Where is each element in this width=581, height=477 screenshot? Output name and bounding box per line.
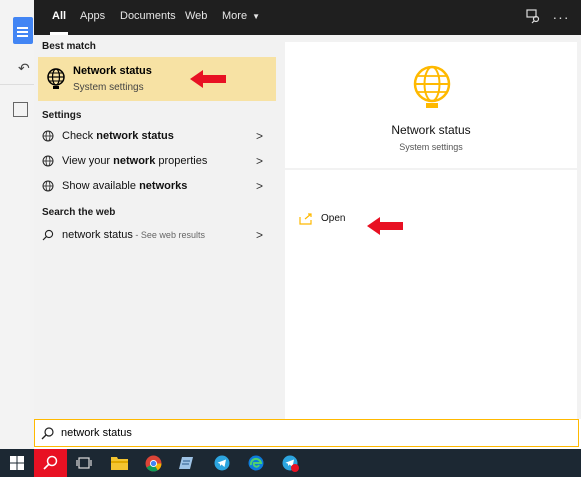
search-web-header: Search the web [42, 207, 116, 218]
best-match-header: Best match [42, 41, 96, 52]
settings-item-label: View your network properties [62, 155, 208, 167]
edge-icon [248, 455, 264, 471]
open-label: Open [321, 213, 346, 224]
globe-icon [42, 155, 54, 167]
task-view-icon [76, 457, 92, 469]
taskbar [0, 449, 581, 477]
outline-icon[interactable] [13, 102, 28, 117]
divider [0, 84, 34, 85]
web-search-result[interactable]: network status - See web results > [34, 224, 281, 248]
search-icon [42, 229, 54, 241]
preview-title: Network status [391, 123, 471, 137]
tab-more[interactable]: More ▼ [220, 0, 262, 35]
actions-card: Open [285, 170, 577, 419]
chevron-right-icon: > [256, 129, 264, 143]
chevron-right-icon: > [256, 228, 264, 242]
settings-item-view-network-properties[interactable]: View your network properties > [34, 150, 281, 174]
task-view-button[interactable] [68, 449, 101, 477]
chevron-right-icon: > [256, 154, 264, 168]
telegram-icon [214, 455, 230, 471]
chevron-down-icon: ▼ [252, 12, 261, 21]
windows-icon [10, 456, 24, 470]
globe-icon [42, 130, 54, 142]
background-docs-window: ↶ [0, 0, 34, 450]
taskbar-telegram[interactable] [206, 449, 239, 477]
red-arrow-annotation [367, 217, 403, 235]
taskbar-chrome[interactable] [137, 449, 170, 477]
google-docs-icon [13, 17, 33, 44]
feedback-icon[interactable] [524, 8, 542, 26]
tab-all[interactable]: All [50, 0, 69, 35]
settings-item-show-available-networks[interactable]: Show available networks > [34, 175, 281, 199]
taskbar-search-button[interactable] [34, 449, 67, 477]
chrome-icon [145, 455, 162, 472]
tab-apps[interactable]: Apps [78, 0, 107, 35]
undo-icon[interactable]: ↶ [18, 60, 30, 77]
start-button[interactable] [0, 449, 33, 477]
taskbar-file-explorer[interactable] [103, 449, 136, 477]
best-match-result[interactable]: Network status System settings [38, 57, 276, 101]
search-tabs-bar: All Apps Documents Web More ▼ ··· [34, 0, 581, 35]
taskbar-edge[interactable] [240, 449, 273, 477]
preview-pane: Network status System settings Open [281, 35, 581, 419]
search-box [34, 419, 579, 447]
settings-item-label: Check network status [62, 130, 174, 142]
more-options-icon[interactable]: ··· [552, 8, 570, 26]
red-arrow-annotation [190, 70, 226, 88]
settings-header: Settings [42, 110, 82, 121]
search-icon [43, 455, 58, 470]
preview-card: Network status System settings [285, 42, 577, 168]
tab-documents[interactable]: Documents [118, 0, 178, 35]
web-search-label: network status - See web results [62, 229, 205, 241]
best-match-title: Network status [73, 65, 152, 77]
best-match-subtitle: System settings [73, 82, 144, 93]
globe-icon [413, 65, 451, 108]
globe-icon [42, 180, 54, 192]
taskbar-notepad[interactable] [171, 449, 204, 477]
notepad-icon [179, 457, 193, 469]
search-input[interactable] [61, 424, 561, 442]
open-icon [299, 213, 312, 225]
telegram-icon [282, 455, 299, 472]
results-pane: Best match Network status System setting… [34, 35, 281, 419]
preview-subtitle: System settings [399, 142, 463, 152]
settings-item-label: Show available networks [62, 180, 188, 192]
chevron-right-icon: > [256, 179, 264, 193]
tab-more-label: More [222, 10, 248, 22]
globe-icon [47, 68, 65, 89]
folder-icon [111, 457, 128, 470]
settings-item-check-network-status[interactable]: Check network status > [34, 125, 281, 149]
taskbar-telegram-notification[interactable] [274, 449, 307, 477]
search-icon [41, 427, 54, 440]
tab-web[interactable]: Web [183, 0, 209, 35]
